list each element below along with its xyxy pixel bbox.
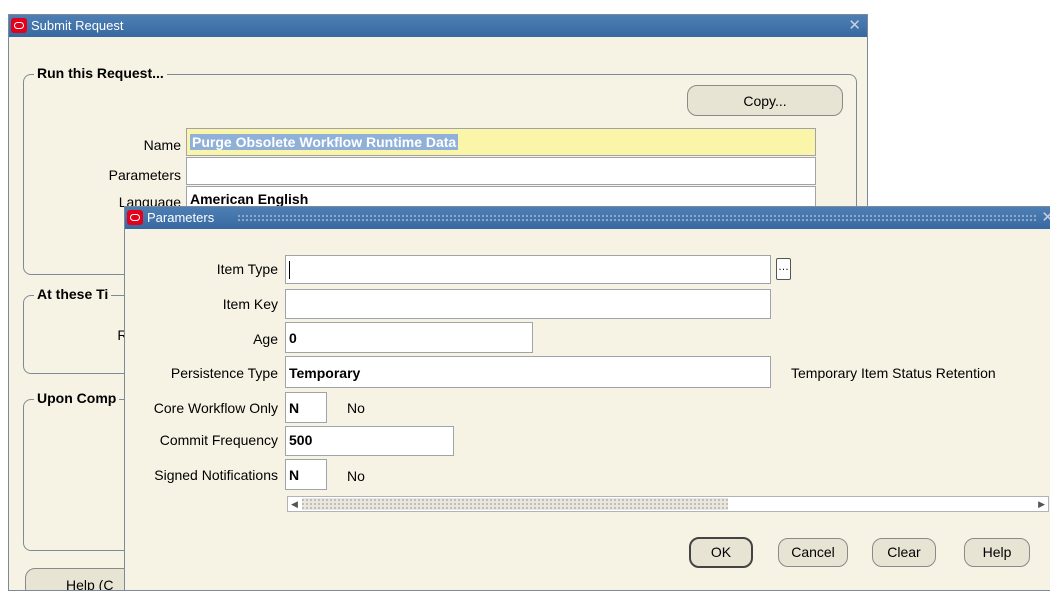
parameters-field[interactable] xyxy=(186,157,816,185)
horizontal-scrollbar[interactable]: ◀ ▶ xyxy=(287,496,1049,512)
help-button[interactable]: Help xyxy=(964,538,1030,567)
signed-notifications-description: No xyxy=(347,468,365,484)
list-of-values-button[interactable]: … xyxy=(776,258,791,280)
copy-button[interactable]: Copy... xyxy=(687,85,843,116)
name-value: Purge Obsolete Workflow Runtime Data xyxy=(190,134,459,150)
persistence-type-description: Temporary Item Status Retention xyxy=(791,365,996,381)
cancel-button[interactable]: Cancel xyxy=(778,538,848,567)
parameters-titlebar[interactable]: Parameters ✕ xyxy=(125,207,1050,229)
item-key-field[interactable] xyxy=(285,289,771,319)
schedule-group-title: At these Ti xyxy=(34,286,112,302)
age-label: Age xyxy=(253,331,278,347)
close-icon[interactable]: ✕ xyxy=(1041,207,1050,229)
signed-notifications-field[interactable]: N xyxy=(285,459,327,490)
completion-group-title: Upon Comp xyxy=(34,390,120,406)
oracle-logo-icon xyxy=(127,210,143,225)
scrollbar-thumb[interactable] xyxy=(302,498,728,510)
window-title: Submit Request xyxy=(31,18,124,33)
item-type-label: Item Type xyxy=(216,261,278,277)
commit-frequency-label: Commit Frequency xyxy=(159,432,278,448)
age-field[interactable]: 0 xyxy=(285,322,533,353)
parameters-title: Parameters xyxy=(147,210,215,225)
core-workflow-only-label: Core Workflow Only xyxy=(153,400,278,416)
item-key-label: Item Key xyxy=(222,296,278,312)
commit-frequency-field[interactable]: 500 xyxy=(285,426,454,456)
name-field[interactable]: Purge Obsolete Workflow Runtime Data xyxy=(186,128,816,156)
core-workflow-only-field[interactable]: N xyxy=(285,392,327,423)
text-cursor xyxy=(289,261,290,280)
signed-notifications-label: Signed Notifications xyxy=(154,467,278,483)
persistence-type-label: Persistence Type xyxy=(170,365,278,381)
clear-button[interactable]: Clear xyxy=(872,538,936,567)
item-type-field[interactable] xyxy=(285,255,771,284)
submit-request-titlebar[interactable]: Submit Request ✕ xyxy=(9,15,867,37)
titlebar-grip xyxy=(237,214,1038,222)
scroll-left-icon[interactable]: ◀ xyxy=(291,497,298,511)
oracle-logo-icon xyxy=(11,18,27,33)
scroll-right-icon[interactable]: ▶ xyxy=(1038,497,1045,511)
close-icon[interactable]: ✕ xyxy=(848,15,861,37)
persistence-type-field[interactable]: Temporary xyxy=(285,356,771,388)
core-workflow-only-description: No xyxy=(347,400,365,416)
ok-button[interactable]: OK xyxy=(689,537,753,568)
parameters-label: Parameters xyxy=(108,167,181,183)
run-request-group-title: Run this Request... xyxy=(34,65,167,81)
name-label: Name xyxy=(143,137,181,153)
